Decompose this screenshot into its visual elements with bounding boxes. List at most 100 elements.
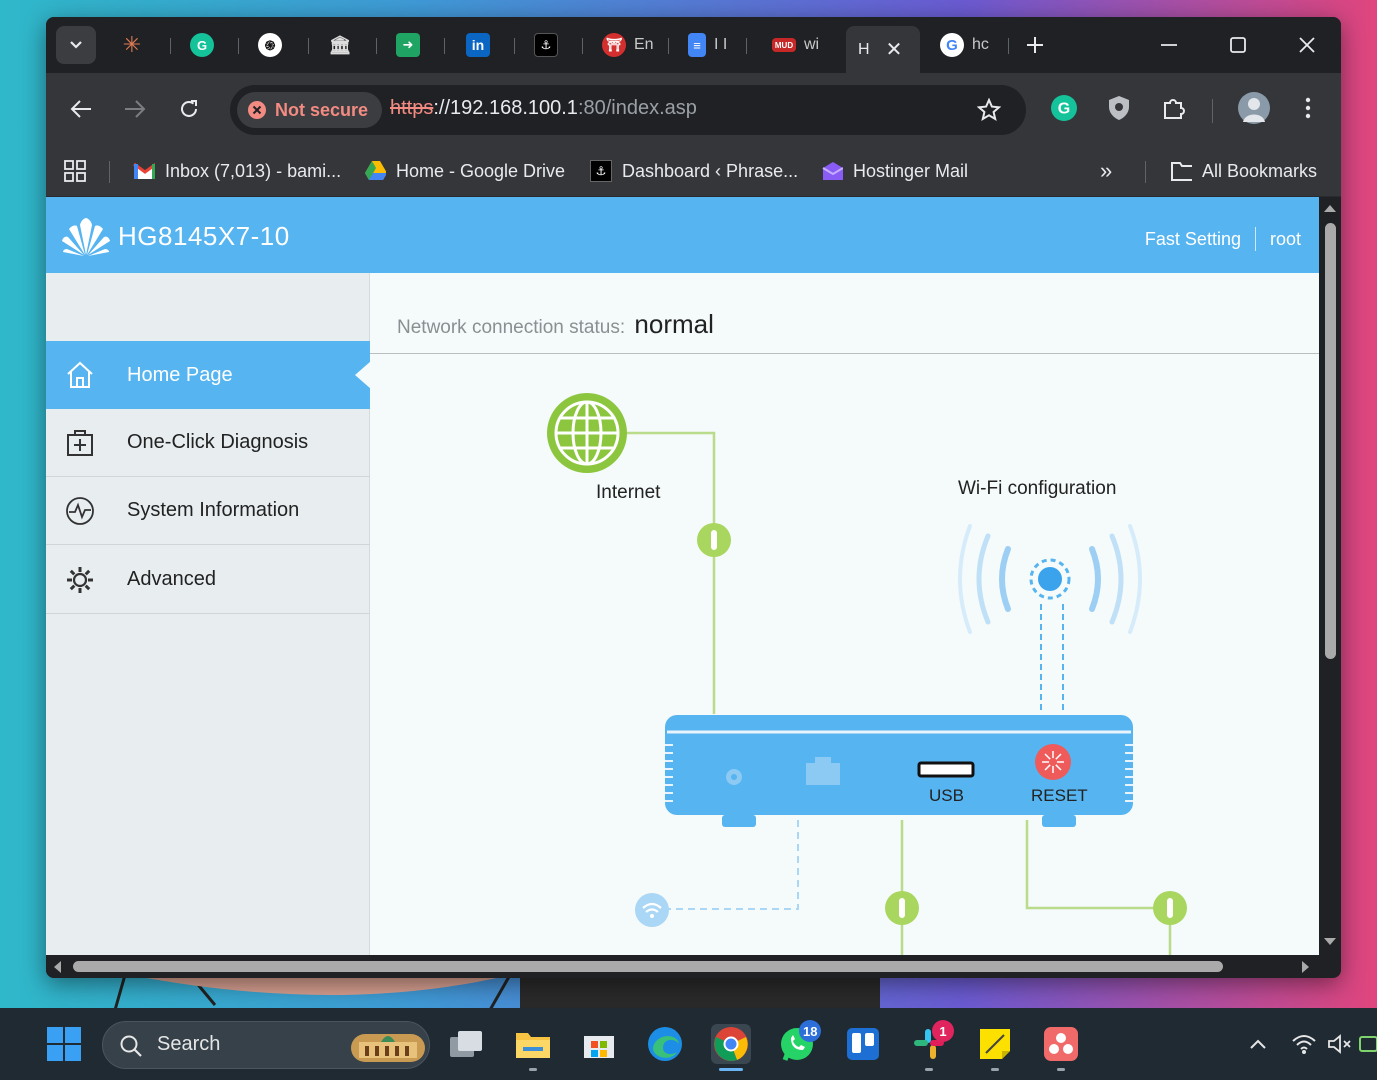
file-explorer-button[interactable] <box>513 1024 553 1064</box>
tab-grammarly[interactable]: G <box>180 26 214 64</box>
bookmark-phrase[interactable]: ⚓ Dashboard ‹ Phrase... <box>590 157 798 185</box>
network-status-value: normal <box>634 309 714 339</box>
minimize-button[interactable] <box>1157 33 1181 57</box>
vertical-scrollbar[interactable] <box>1319 197 1341 955</box>
internet-node[interactable] <box>545 391 629 475</box>
bookmark-hostinger[interactable]: Hostinger Mail <box>821 157 968 185</box>
sticky-notes-button[interactable] <box>975 1024 1015 1064</box>
reset-button-icon[interactable] <box>1034 743 1072 781</box>
extensions-button[interactable] <box>1159 93 1189 123</box>
reload-button[interactable] <box>173 93 205 125</box>
tab-claude[interactable]: ✳ <box>110 26 144 64</box>
internet-label[interactable]: Internet <box>596 482 660 504</box>
device-model: HG8145X7-10 <box>118 220 290 251</box>
sidebar-item-home-page[interactable]: Home Page <box>46 341 371 409</box>
wifi-signal-icon <box>958 524 1142 634</box>
taskbar-search[interactable]: Search <box>102 1021 430 1069</box>
pillar-icon: 🏛 <box>328 34 352 55</box>
sheets-icon: ➜ <box>396 33 420 57</box>
tab-chatgpt[interactable]: ֍ <box>248 26 282 64</box>
bookmark-drive[interactable]: Home - Google Drive <box>364 157 565 185</box>
usb-label: USB <box>929 786 964 805</box>
google-drive-icon <box>364 160 386 182</box>
volume-button[interactable] <box>1320 1024 1360 1064</box>
address-bar[interactable]: Not secure https://192.168.100.1:80/inde… <box>230 85 1026 135</box>
arrow-left-icon <box>70 100 91 118</box>
grammarly-extension[interactable]: G <box>1049 93 1079 123</box>
chrome-icon <box>714 1027 748 1061</box>
tab-active[interactable]: H ✕ <box>846 26 920 73</box>
medical-kit-icon <box>64 427 96 459</box>
wifi-configuration-label[interactable]: Wi-Fi configuration <box>958 478 1116 500</box>
close-window-button[interactable] <box>1295 33 1319 57</box>
arrow-right-icon <box>125 100 146 118</box>
usb-port-icon[interactable] <box>917 761 975 779</box>
slack-badge: 1 <box>932 1020 954 1042</box>
trello-button[interactable] <box>843 1024 883 1064</box>
sidebar-item-system-information[interactable]: System Information <box>46 477 370 545</box>
vertical-scroll-thumb[interactable] <box>1325 223 1336 659</box>
sidebar-item-advanced[interactable]: Advanced <box>46 546 370 614</box>
new-tab-button[interactable] <box>1023 33 1047 57</box>
tab-en[interactable]: ⛩ En <box>592 26 654 64</box>
wifi-antenna[interactable] <box>958 524 1142 634</box>
hostinger-mail-icon <box>821 160 843 182</box>
chrome-button[interactable] <box>711 1024 751 1064</box>
shield-icon <box>1109 96 1129 120</box>
tab-sheets[interactable]: ➜ <box>386 26 420 64</box>
close-tab-icon[interactable]: ✕ <box>886 37 903 62</box>
scroll-up-icon[interactable] <box>1323 203 1337 213</box>
edge-button[interactable] <box>645 1024 685 1064</box>
search-icon <box>120 1035 142 1057</box>
bookmarks-bar: Inbox (7,013) - bami... Home - Google Dr… <box>46 145 1341 197</box>
maximize-button[interactable] <box>1226 33 1250 57</box>
horizontal-scrollbar[interactable] <box>46 955 1319 978</box>
forward-button[interactable] <box>119 93 151 125</box>
asana-icon <box>1044 1027 1078 1061</box>
folder-icon <box>516 1033 550 1058</box>
scroll-left-icon[interactable] <box>52 960 62 974</box>
all-bookmarks-button[interactable]: All Bookmarks <box>1170 157 1317 185</box>
browser-menu-button[interactable] <box>1293 93 1323 123</box>
user-menu-link[interactable]: root <box>1270 229 1301 250</box>
tab-google[interactable]: G hc <box>930 26 989 64</box>
shield-extension[interactable] <box>1104 93 1134 123</box>
avatar-icon <box>1243 98 1265 122</box>
battery-icon <box>1359 1036 1377 1052</box>
network-button[interactable] <box>1284 1024 1324 1064</box>
bookmarks-overflow-button[interactable]: » <box>1100 157 1112 185</box>
battery-button[interactable] <box>1358 1024 1377 1064</box>
profile-avatar[interactable] <box>1238 92 1270 124</box>
close-icon <box>1299 37 1315 53</box>
tab-wi[interactable]: MUD wi <box>762 26 819 64</box>
chevron-down-icon <box>70 41 82 49</box>
horizontal-scroll-thumb[interactable] <box>73 961 1223 972</box>
microsoft-store-button[interactable] <box>579 1024 619 1064</box>
asana-button[interactable] <box>1041 1024 1081 1064</box>
start-button[interactable] <box>44 1024 84 1064</box>
task-view-button[interactable] <box>446 1024 486 1064</box>
task-view-icon <box>450 1031 482 1057</box>
bookmark-gmail[interactable]: Inbox (7,013) - bami... <box>133 157 341 185</box>
apps-button[interactable] <box>64 157 86 185</box>
brand: HG8145X7-10 <box>60 215 290 257</box>
taskbar: Search 18 1 <box>0 1008 1377 1080</box>
scroll-down-icon[interactable] <box>1323 937 1337 947</box>
bookmark-star-button[interactable] <box>974 95 1004 125</box>
claude-icon: ✳ <box>122 32 142 57</box>
scroll-right-icon[interactable] <box>1301 960 1311 974</box>
show-hidden-icons-button[interactable] <box>1238 1024 1278 1064</box>
chevron-up-icon <box>1250 1039 1266 1049</box>
url-text[interactable]: https://192.168.100.1:80/index.asp <box>390 97 697 120</box>
tab-search-button[interactable] <box>56 26 96 64</box>
tab-linkedin[interactable]: in <box>456 26 490 64</box>
back-button[interactable] <box>65 93 97 125</box>
security-chip[interactable]: Not secure <box>237 92 383 128</box>
gmail-icon <box>133 160 155 182</box>
tab-phrase[interactable]: ⚓ <box>524 26 558 64</box>
tab-pillar[interactable]: 🏛 <box>318 26 352 64</box>
fast-setting-link[interactable]: Fast Setting <box>1145 229 1241 250</box>
star-icon <box>977 98 1001 122</box>
tab-docs[interactable]: ≡ I I <box>678 26 727 64</box>
sidebar-item-one-click-diagnosis[interactable]: One-Click Diagnosis <box>46 409 370 477</box>
